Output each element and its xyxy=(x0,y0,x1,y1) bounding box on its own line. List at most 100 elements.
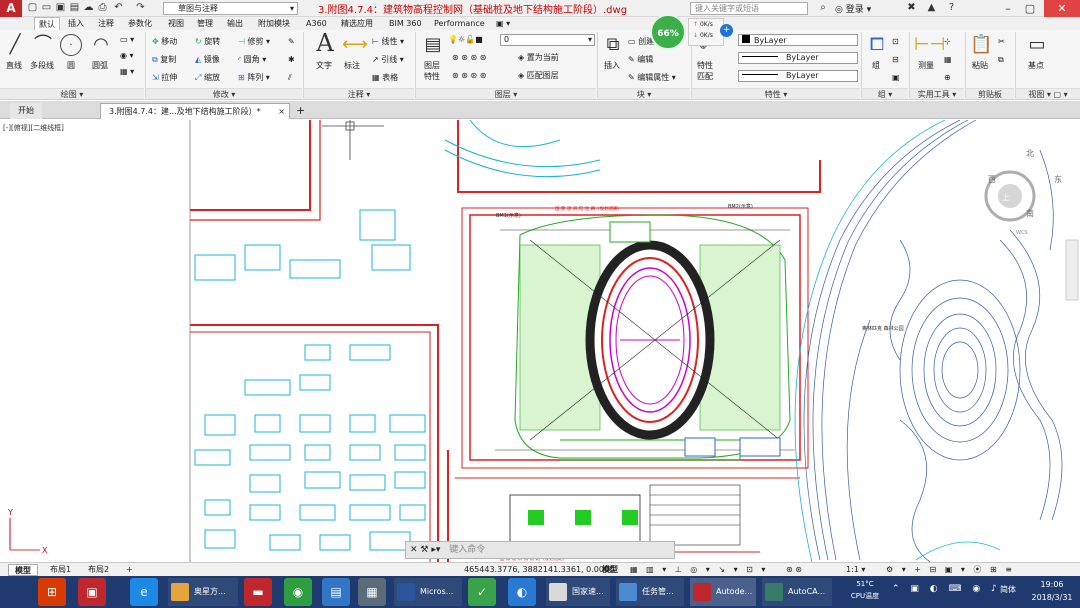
circle-button[interactable]: 圆 xyxy=(67,60,75,71)
table-button[interactable]: ▦ 表格 xyxy=(372,72,398,83)
layer-properties-icon[interactable]: ▤ xyxy=(422,34,444,56)
layer-dropdown[interactable]: 0 ▾ xyxy=(500,34,595,46)
help-icon[interactable]: ? xyxy=(945,2,958,14)
paste-icon[interactable]: 📋 xyxy=(970,34,992,56)
viewcube-wcs[interactable]: WCS xyxy=(1016,230,1028,236)
drawing-tab[interactable]: 3.附图4.7.4：建...及地下结构施工阶段）* × xyxy=(100,103,290,119)
clock[interactable]: 19:06 2018/3/31 xyxy=(1028,578,1076,604)
layers-group-label[interactable]: 图层 ▾ xyxy=(416,88,596,99)
workspace-toggles[interactable]: ⚙ ▾ + ⊟ ▣ ▾ ⦿ ⊞ ≡ xyxy=(880,564,1021,576)
tab-manage[interactable]: 管理 xyxy=(193,17,217,30)
exchange-icon[interactable]: ✖ xyxy=(905,2,918,14)
group-button[interactable]: 组 xyxy=(872,60,880,71)
erase-icon[interactable]: ✎ xyxy=(288,36,295,47)
insert-button[interactable]: 插入 xyxy=(604,60,620,71)
array-button[interactable]: ⊞ 阵列 ▾ xyxy=(238,72,270,83)
start-tab[interactable]: 开始 xyxy=(10,103,42,119)
insert-block-icon[interactable]: ⧉ xyxy=(602,34,624,56)
open-file-icon[interactable]: ▭ xyxy=(40,2,53,14)
tab-default[interactable]: 默认 xyxy=(34,17,60,30)
save-icon[interactable]: ▣ xyxy=(54,2,67,14)
tab-performance[interactable]: Performance xyxy=(430,17,489,30)
copy-clip-icon[interactable]: ⧉ xyxy=(998,54,1004,65)
viewcube-top[interactable]: 上 xyxy=(1002,193,1010,202)
blueapp-icon[interactable]: ◐ xyxy=(508,578,536,606)
copy-button[interactable]: ⧉ 复制 xyxy=(152,54,176,65)
annotation-scale[interactable]: 1:1 ▾ xyxy=(840,564,871,576)
paste-button[interactable]: 粘贴 xyxy=(972,60,988,71)
tab-annotate[interactable]: 注释 xyxy=(94,17,118,30)
tab-parametric[interactable]: 参数化 xyxy=(124,17,156,30)
stretch-button[interactable]: ⇲ 拉伸 xyxy=(152,72,177,83)
search-input[interactable]: 键入关键字或短语 xyxy=(690,2,808,15)
match-properties-button[interactable]: 特性 xyxy=(697,60,713,71)
offset-icon[interactable]: ⫽ xyxy=(288,72,292,83)
save-as-icon[interactable]: ▤ xyxy=(68,2,81,14)
start-button[interactable]: ⊞ xyxy=(38,578,66,606)
tab-output[interactable]: 输出 xyxy=(223,17,247,30)
drawing-svg[interactable]: [-][俯视][二维线框] Y X 国 家 速 滑 馆 北 路（规划道路） 国 … xyxy=(0,119,1080,563)
network-meter-widget[interactable]: 66% xyxy=(650,14,686,50)
redo-icon[interactable]: ↷ xyxy=(134,2,147,14)
dimension-icon[interactable]: ⟷ xyxy=(342,34,368,56)
tab-insert[interactable]: 插入 xyxy=(64,17,88,30)
maximize-button[interactable]: ▢ xyxy=(1020,0,1040,17)
base-view-icon[interactable]: ▭ xyxy=(1026,34,1048,56)
mirror-button[interactable]: ◭ 镜像 xyxy=(195,54,220,65)
match-layer-button[interactable]: ◈ 匹配图层 xyxy=(518,70,559,81)
login-button[interactable]: ◎ 登录 ▾ xyxy=(835,2,871,15)
edit-block-button[interactable]: ✎ 编辑 xyxy=(628,54,653,65)
taskbar-window-autodesk[interactable]: Autode... xyxy=(690,578,756,606)
block-group-label[interactable]: 块 ▾ xyxy=(598,88,690,99)
dimension-button[interactable]: 标注 xyxy=(344,60,360,71)
close-command-icon[interactable]: ✕ xyxy=(406,545,418,555)
ungroup-icon[interactable]: ⊡ xyxy=(892,36,899,47)
properties-group-label[interactable]: 特性 ▾ xyxy=(692,88,860,99)
line-button[interactable]: 直线 xyxy=(6,60,22,71)
annotation-scale-icons[interactable]: ⊛ ⊛ xyxy=(780,564,808,576)
ie-icon[interactable]: e xyxy=(130,578,158,606)
text-button[interactable]: 文字 xyxy=(316,60,332,71)
draw-group-label[interactable]: 绘图 ▾ xyxy=(0,88,144,99)
navigation-bar[interactable] xyxy=(1065,239,1079,301)
screen-capture-icon[interactable]: ▬ xyxy=(244,578,272,606)
undo-icon[interactable]: ↶ xyxy=(112,2,125,14)
model-space-button[interactable]: 模型 xyxy=(596,564,624,576)
tray-icons[interactable]: ⌃ ▣ ◐ ⌨ ◉ ♪ xyxy=(892,584,1001,594)
taskbar-app-icon[interactable]: ▣ xyxy=(78,578,106,606)
tab-bim360[interactable]: BIM 360 xyxy=(385,17,426,30)
text-icon[interactable]: A xyxy=(314,31,336,55)
scale-button[interactable]: ⤢ 缩放 xyxy=(195,72,220,83)
add-layout-button[interactable]: + xyxy=(120,564,139,576)
fillet-button[interactable]: ◜ 圆角 ▾ xyxy=(238,54,266,65)
tab-view[interactable]: 视图 xyxy=(164,17,188,30)
command-input[interactable]: 键入命令 xyxy=(443,545,485,555)
lineweight-dropdown[interactable]: ByLayer xyxy=(738,70,858,82)
move-button[interactable]: ✥ 移动 xyxy=(152,36,177,47)
region-icon[interactable]: ▦ ▾ xyxy=(120,66,134,77)
rectangle-icon[interactable]: ▭ ▾ xyxy=(120,34,134,45)
workspace-dropdown[interactable]: 草图与注释 ▾ xyxy=(163,2,298,15)
line-icon[interactable]: ╱ xyxy=(4,34,26,56)
boost-icon[interactable]: + xyxy=(720,24,733,37)
drawing-canvas[interactable]: [-][俯视][二维线框] Y X 国 家 速 滑 馆 北 路（规划道路） 国 … xyxy=(0,119,1080,563)
customize-icon[interactable]: ⚒ xyxy=(420,545,428,555)
a360-icon[interactable]: ▲ xyxy=(925,2,938,14)
tab-addins[interactable]: 附加模块 xyxy=(254,17,294,30)
layer-tools-row2[interactable]: ⊛ ⊛ ⊛ ⊛ xyxy=(452,70,486,81)
viewcube-south[interactable]: 南 xyxy=(1026,208,1034,218)
layer-properties-button[interactable]: 图层 xyxy=(424,60,440,71)
group-icon[interactable]: ⧠ xyxy=(866,34,888,56)
utilities-group-label[interactable]: 实用工具 ▾ xyxy=(910,88,964,99)
quick-select-icon[interactable]: ⊹ xyxy=(944,36,951,47)
modify-group-label[interactable]: 修改 ▾ xyxy=(146,88,302,99)
minimize-button[interactable]: – xyxy=(998,0,1018,17)
edit-attributes-button[interactable]: ✎ 编辑属性 ▾ xyxy=(628,72,676,83)
command-line[interactable]: ✕ ⚒ ▸▾ 键入命令 xyxy=(405,541,675,559)
new-tab-button[interactable]: + xyxy=(292,103,309,119)
trim-button[interactable]: ⊣ 修剪 ▾ xyxy=(238,36,270,47)
color-dropdown[interactable]: ByLayer xyxy=(738,34,858,46)
measure-icon[interactable]: ⊢⊣ xyxy=(914,34,945,56)
set-current-button[interactable]: ◈ 置为当前 xyxy=(518,52,559,63)
viewcube[interactable]: 北 南 东 西 上 WCS xyxy=(984,149,1062,236)
